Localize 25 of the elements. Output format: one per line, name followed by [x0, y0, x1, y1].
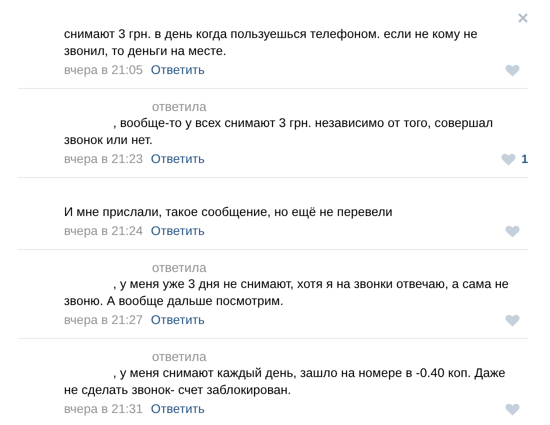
- reply-link[interactable]: Ответить: [150, 401, 205, 418]
- reply-link[interactable]: Ответить: [150, 312, 205, 329]
- like-icon[interactable]: [505, 64, 520, 77]
- comment-date: вчера в 21:31: [64, 401, 143, 418]
- replied-label: ответила: [152, 348, 206, 365]
- like-icon[interactable]: [505, 314, 520, 327]
- comment-text: И мне прислали, такое сообщение, но ещё не перевели: [64, 204, 394, 221]
- reply-link[interactable]: Ответить: [150, 223, 205, 240]
- like-icon[interactable]: [501, 153, 516, 166]
- comment-text: снимают 3 грн. в день когда пользуешься телефоном. если не кому не звонил, то деньги на месте.: [64, 26, 478, 60]
- comment-date: вчера в 21:05: [64, 62, 143, 79]
- comment-text: , у меня снимают каждый день, зашло на номере в -0.40 коп. Даже не сделать звонок- счет заблокирован.: [64, 365, 506, 399]
- comment-date: вчера в 21:24: [64, 223, 143, 240]
- like-icon[interactable]: [505, 403, 520, 416]
- comment-text: , у меня уже 3 дня не снимают, хотя я на звонки отвечаю, а сама не звоню. А вообще дальше посмотрим.: [64, 276, 510, 310]
- replied-label: ответила: [152, 259, 206, 276]
- close-icon[interactable]: [518, 12, 528, 22]
- reply-link[interactable]: Ответить: [150, 151, 205, 168]
- comment-text: , вообще-то у всех снимают 3 грн. независимо от того, совершал звонок или нет.: [64, 115, 494, 149]
- comment-date: вчера в 21:23: [64, 151, 143, 168]
- reply-link[interactable]: Ответить: [150, 62, 205, 79]
- comment-date: вчера в 21:27: [64, 312, 143, 329]
- like-icon[interactable]: [505, 225, 520, 238]
- replied-label: ответила: [152, 98, 206, 115]
- like-count: 1: [521, 151, 528, 168]
